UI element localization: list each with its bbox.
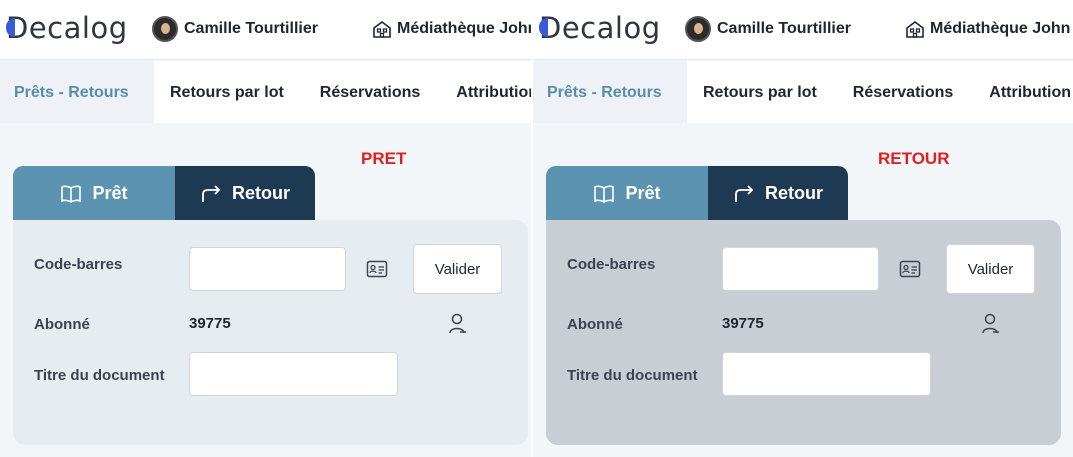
mode-pret-label: Prêt	[92, 183, 128, 203]
tab-prets-retours[interactable]: Prêts - Retours	[533, 61, 687, 123]
id-card-icon[interactable]	[899, 259, 921, 279]
mode-pret-label: Prêt	[625, 183, 661, 203]
mode-tab-retour[interactable]: Retour	[175, 166, 315, 221]
mode-tabs: Prêt Retour	[546, 166, 848, 221]
user-profile-icon[interactable]	[981, 313, 1001, 335]
decalog-logo: Decalog	[6, 11, 128, 45]
decalog-logo: Decalog	[539, 11, 661, 45]
main-tabs: Prêts - Retours Retours par lot Réservat…	[0, 61, 531, 123]
subscriber-label: Abonné	[567, 316, 623, 333]
mode-tabs: Prêt Retour	[13, 166, 315, 221]
library-building-icon	[906, 21, 924, 38]
user-menu[interactable]: Camille Tourtillier	[685, 15, 851, 43]
avatar	[685, 16, 711, 42]
validate-button[interactable]: Valider	[413, 244, 502, 294]
library-selector[interactable]: Médiathèque John	[372, 15, 531, 43]
subscriber-value: 39775	[189, 315, 231, 332]
loan-form-card: Code-barres Valider Abonné 39775 Titre d…	[13, 220, 528, 445]
user-name: Camille Tourtillier	[184, 20, 318, 37]
validate-button[interactable]: Valider	[946, 244, 1035, 294]
tab-reservations[interactable]: Réservations	[302, 61, 439, 123]
library-name: Médiathèque John	[930, 20, 1071, 37]
mode-tab-pret[interactable]: Prêt	[13, 166, 175, 221]
book-icon	[594, 185, 615, 203]
mode-tab-pret[interactable]: Prêt	[546, 166, 708, 221]
user-name: Camille Tourtillier	[717, 20, 851, 37]
mode-tab-retour[interactable]: Retour	[708, 166, 848, 221]
barcode-label: Code-barres	[34, 256, 123, 273]
return-arrow-icon	[202, 184, 221, 202]
annotation-label: PRET	[361, 149, 407, 168]
barcode-label: Code-barres	[567, 256, 656, 273]
library-name: Médiathèque John	[397, 20, 531, 37]
title-label: Titre du document	[34, 367, 165, 384]
annotation-label: RETOUR	[878, 149, 950, 168]
return-arrow-icon	[735, 184, 754, 202]
barcode-input[interactable]	[722, 247, 879, 291]
barcode-input[interactable]	[189, 247, 346, 291]
user-profile-icon[interactable]	[448, 313, 468, 335]
title-label: Titre du document	[567, 367, 698, 384]
tab-retours-par-lot[interactable]: Retours par lot	[687, 61, 835, 123]
title-input[interactable]	[189, 352, 398, 396]
right-screenshot-panel: Decalog Camille Tourtillier Médiathèque …	[533, 0, 1073, 457]
book-icon	[61, 185, 82, 203]
return-form-card: Code-barres Valider Abonné 39775 Titre d…	[546, 220, 1061, 445]
id-card-icon[interactable]	[366, 259, 388, 279]
tab-reservations[interactable]: Réservations	[835, 61, 972, 123]
left-screenshot-panel: Decalog Camille Tourtillier Médiathèque …	[0, 0, 531, 457]
top-bar: Decalog Camille Tourtillier Médiathèque …	[0, 0, 531, 60]
user-menu[interactable]: Camille Tourtillier	[152, 15, 318, 43]
main-tabs: Prêts - Retours Retours par lot Réservat…	[533, 61, 1073, 123]
avatar	[152, 16, 178, 42]
title-input[interactable]	[722, 352, 931, 396]
mode-retour-label: Retour	[232, 183, 290, 203]
mode-retour-label: Retour	[765, 183, 823, 203]
tab-attribution[interactable]: Attribution	[971, 61, 1073, 123]
subscriber-value: 39775	[722, 315, 764, 332]
library-building-icon	[373, 21, 391, 38]
top-bar: Decalog Camille Tourtillier Médiathèque …	[533, 0, 1073, 60]
subscriber-label: Abonné	[34, 316, 90, 333]
library-selector[interactable]: Médiathèque John	[905, 15, 1070, 43]
tab-retours-par-lot[interactable]: Retours par lot	[154, 61, 302, 123]
tab-attribution[interactable]: Attribution	[438, 61, 531, 123]
tab-prets-retours[interactable]: Prêts - Retours	[0, 61, 154, 123]
